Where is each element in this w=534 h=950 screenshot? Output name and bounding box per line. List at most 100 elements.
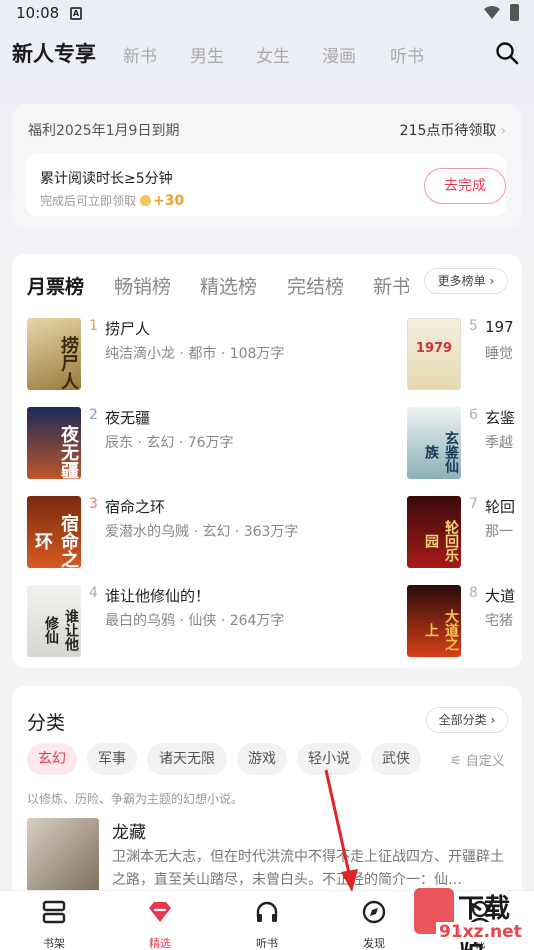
chip-xuanhuan[interactable]: 玄幻: [27, 743, 77, 775]
rank-book-3[interactable]: 宿命之环 3 宿命之环 爱潜水的乌贼 · 玄幻 · 363万字: [27, 496, 387, 568]
rank-number: 3: [89, 496, 98, 512]
book-cover: 夜无疆: [27, 407, 81, 479]
book-meta: 纯洁滴小龙 · 都市 · 108万字: [105, 346, 285, 362]
chip-infinite[interactable]: 诸天无限: [147, 743, 227, 775]
go-complete-button[interactable]: 去完成: [424, 168, 506, 204]
rank-number: 7: [469, 496, 478, 512]
custom-label: 自定义: [465, 754, 505, 769]
rank-number: 4: [89, 585, 98, 601]
nav-label: 发现: [363, 937, 385, 950]
top-nav: 新人专享 新书 男生 女生 漫画 听书: [0, 36, 534, 76]
points-text: 215点币待领取: [399, 123, 497, 139]
status-time: 10:08: [16, 4, 60, 22]
book-meta: 那一: [485, 524, 513, 540]
chip-wuxia[interactable]: 武侠: [371, 743, 421, 775]
rank-number: 6: [469, 407, 478, 423]
category-card: 分类 全部分类 › 玄幻 军事 诸天无限 游戏 轻小说 武侠 ⚟ 自定义 以修炼…: [12, 686, 522, 906]
book-meta: 最白的乌鸦 · 仙侠 · 264万字: [105, 613, 285, 629]
task-sub-text: 完成后可立即领取: [40, 194, 137, 208]
welfare-card: 福利2025年1月9日到期 215点币待领取 › 累计阅读时长≥5分钟 完成后可立…: [12, 104, 522, 228]
nav-label: 精选: [149, 937, 171, 950]
all-categories-button[interactable]: 全部分类 ›: [426, 707, 508, 733]
book-meta: 辰东 · 玄幻 · 76万字: [105, 435, 234, 451]
book-meta: 季越: [485, 435, 513, 451]
wifi-icon: [484, 6, 500, 19]
ranking-card: 月票榜 畅销榜 精选榜 完结榜 新书 更多榜单 › 捞尸人 1 捞尸人 纯洁滴小…: [12, 254, 522, 668]
chip-lightnovel[interactable]: 轻小说: [297, 743, 361, 775]
task-subtitle: 完成后可立即领取 +30: [40, 192, 184, 209]
book-title: 大道: [485, 587, 516, 605]
more-lists-button[interactable]: 更多榜单 ›: [424, 268, 508, 294]
featured-book-title[interactable]: 龙藏: [112, 818, 146, 843]
watermark: 下载站 91xz.net: [414, 884, 534, 950]
nav-bookshelf[interactable]: 书架: [24, 899, 84, 950]
battery-icon: [510, 4, 519, 21]
sim-icon: A: [70, 7, 82, 20]
rank-book-5[interactable]: 1979 5 197 睡觉: [407, 318, 522, 390]
coin-icon: [140, 195, 152, 206]
rank-tab-completed[interactable]: 完结榜: [287, 272, 344, 299]
book-title: 197: [485, 318, 514, 336]
featured-book-cover[interactable]: [27, 818, 99, 898]
chip-military[interactable]: 军事: [87, 743, 137, 775]
rank-number: 8: [469, 585, 478, 601]
book-title: 谁让他修仙的！: [105, 587, 211, 605]
welfare-expire: 福利2025年1月9日到期: [28, 123, 180, 139]
all-categories-label: 全部分类: [438, 713, 487, 727]
rank-book-7[interactable]: 轮回乐园 7 轮回 那一: [407, 496, 522, 568]
chevron-right-icon: ›: [500, 123, 506, 139]
compass-icon: [362, 900, 386, 924]
task-reward: +30: [153, 193, 185, 209]
book-title: 轮回: [485, 498, 516, 516]
rank-tab-featured[interactable]: 精选榜: [200, 272, 257, 299]
gem-icon: [149, 902, 171, 922]
rank-book-6[interactable]: 玄鉴仙族 6 玄鉴 季越: [407, 407, 522, 479]
rank-number: 2: [89, 407, 98, 423]
book-title: 玄鉴: [485, 409, 516, 427]
rank-tab-monthly[interactable]: 月票榜: [24, 272, 84, 299]
tab-newuser[interactable]: 新人专享: [12, 38, 96, 68]
filter-icon: ⚟: [450, 754, 462, 769]
book-cover: 1979: [407, 318, 461, 390]
custom-filter-button[interactable]: ⚟ 自定义: [450, 750, 505, 769]
watermark-domain: 91xz.net: [436, 922, 525, 942]
book-cover: 大道之上: [407, 585, 461, 657]
rank-book-2[interactable]: 夜无疆 2 夜无疆 辰东 · 玄幻 · 76万字: [27, 407, 387, 479]
reading-task: 累计阅读时长≥5分钟 完成后可立即领取 +30 去完成: [26, 154, 506, 216]
chip-game[interactable]: 游戏: [237, 743, 287, 775]
rank-book-8[interactable]: 大道之上 8 大道 宅猪: [407, 585, 522, 657]
search-icon[interactable]: [495, 41, 519, 65]
tab-newbook[interactable]: 新书: [123, 42, 157, 67]
headphones-icon: [256, 901, 278, 922]
task-title: 累计阅读时长≥5分钟: [40, 171, 173, 187]
points-pending-link[interactable]: 215点币待领取 ›: [400, 120, 506, 140]
book-meta: 宅猪: [485, 613, 513, 629]
category-title: 分类: [27, 712, 66, 734]
book-title: 捞尸人: [105, 320, 151, 338]
book-meta: 睡觉: [485, 346, 513, 362]
nav-label: 听书: [256, 937, 278, 950]
book-meta: 爱潜水的乌贼 · 玄幻 · 363万字: [105, 524, 299, 540]
category-description: 以修炼、历险、争霸为主题的幻想小说。: [27, 792, 244, 806]
book-cover: 轮回乐园: [407, 496, 461, 568]
nav-featured[interactable]: 精选: [130, 899, 190, 950]
nav-label: 书架: [43, 937, 65, 950]
book-title: 宿命之环: [105, 498, 166, 516]
tab-male[interactable]: 男生: [190, 42, 224, 67]
rank-number: 5: [469, 318, 478, 334]
book-cover: 宿命之环: [27, 496, 81, 568]
more-lists-label: 更多榜单: [437, 274, 486, 288]
status-bar: 10:08 A: [0, 0, 534, 28]
rank-book-4[interactable]: 谁让他修仙 4 谁让他修仙的！ 最白的乌鸦 · 仙侠 · 264万字: [27, 585, 387, 657]
bookshelf-icon: [42, 900, 66, 924]
book-title: 夜无疆: [105, 409, 151, 427]
rank-tab-bestseller[interactable]: 畅销榜: [114, 272, 171, 299]
tab-comic[interactable]: 漫画: [322, 42, 356, 67]
rank-tab-newbook[interactable]: 新书: [373, 272, 409, 299]
tab-female[interactable]: 女生: [256, 42, 290, 67]
tab-audiobook[interactable]: 听书: [390, 42, 424, 67]
rank-book-1[interactable]: 捞尸人 1 捞尸人 纯洁滴小龙 · 都市 · 108万字: [27, 318, 387, 390]
nav-discover[interactable]: 发现: [344, 899, 404, 950]
nav-audiobook[interactable]: 听书: [237, 899, 297, 950]
book-cover: 谁让他修仙: [27, 585, 81, 657]
